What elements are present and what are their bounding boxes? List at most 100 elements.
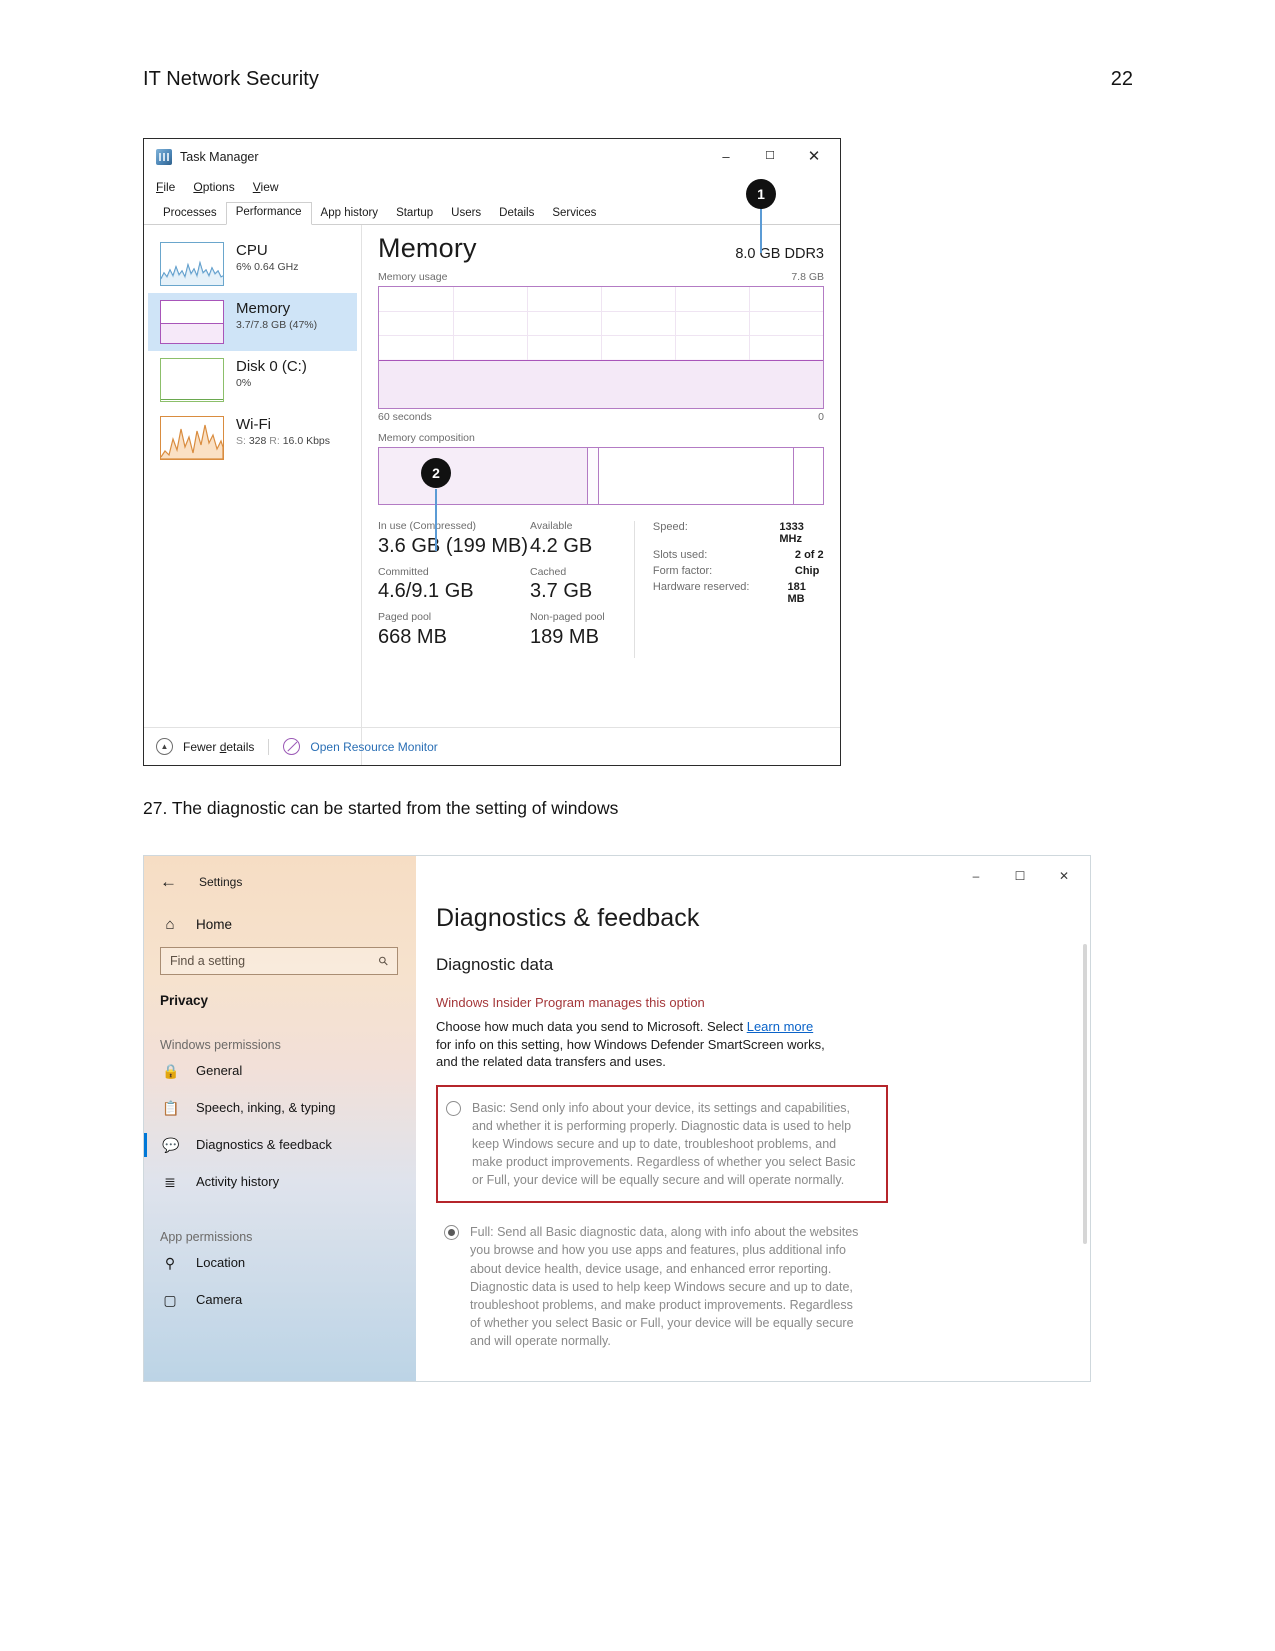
learn-more-link[interactable]: Learn more xyxy=(747,1019,813,1034)
resource-name: Memory xyxy=(236,300,291,317)
cpu-graph-thumbnail xyxy=(160,242,224,286)
window-controls: – ☐ ✕ xyxy=(704,139,836,173)
sidebar-item-location[interactable]: ⚲ Location xyxy=(144,1244,416,1281)
memory-header: Memory 8.0 GB DDR3 xyxy=(378,233,824,263)
memory-usage-label: Memory usage xyxy=(378,271,448,283)
sidebar-item-label: Diagnostics & feedback xyxy=(196,1137,332,1152)
tab-details[interactable]: Details xyxy=(490,204,543,225)
settings-back-row[interactable]: ← Settings xyxy=(144,864,416,890)
stat-value: 3.6 GB (199 MB) xyxy=(378,534,529,557)
insider-warning-text: Windows Insider Program manages this opt… xyxy=(436,995,705,1010)
scrollbar[interactable] xyxy=(1083,944,1087,1244)
resource-detail: S: 328 R: 16.0 Kbps xyxy=(236,435,330,447)
location-icon: ⚲ xyxy=(164,1254,176,1271)
resource-name: CPU xyxy=(236,242,268,259)
search-input[interactable]: Find a setting ⚲ xyxy=(160,947,398,975)
settings-close-button[interactable]: ✕ xyxy=(1042,862,1086,890)
feedback-icon: 💬 xyxy=(162,1136,180,1153)
page-title: Diagnostics & feedback xyxy=(436,904,700,932)
hardware-key: Hardware reserved: xyxy=(652,581,750,593)
stat-label: Available xyxy=(530,520,573,532)
resource-list: CPU 6% 0.64 GHz Memory 3.7/7.8 GB (47%) xyxy=(144,225,362,765)
memory-stats-left: In use (Compressed) Available 3.6 GB (19… xyxy=(378,520,630,658)
memory-capacity: 8.0 GB DDR3 xyxy=(735,246,824,262)
minimize-button[interactable]: – xyxy=(704,139,748,173)
back-arrow-icon[interactable]: ← xyxy=(160,873,177,890)
menu-view[interactable]: View xyxy=(253,180,279,194)
tab-processes[interactable]: Processes xyxy=(154,204,226,225)
search-icon: ⚲ xyxy=(375,952,392,970)
resource-name: Wi-Fi xyxy=(236,416,271,433)
resource-detail: 3.7/7.8 GB (47%) xyxy=(236,319,318,332)
fewer-details-button[interactable]: Fewer details xyxy=(183,740,254,754)
open-resource-monitor-link[interactable]: Open Resource Monitor xyxy=(310,740,437,754)
sidebar-item-diagnostics[interactable]: 💬 Diagnostics & feedback xyxy=(144,1126,416,1163)
task-manager-body: CPU 6% 0.64 GHz Memory 3.7/7.8 GB (47%) xyxy=(144,225,840,765)
settings-window: ← Settings ⌂ Home Find a setting ⚲ Priva… xyxy=(143,855,1091,1382)
settings-minimize-button[interactable]: – xyxy=(954,862,998,890)
hardware-value: 181 MB xyxy=(787,581,806,605)
radio-button-full[interactable] xyxy=(444,1225,459,1241)
wifi-recv-value: 16.0 Kbps xyxy=(282,435,331,448)
tab-bar: Processes Performance App history Startu… xyxy=(144,199,840,225)
resource-item-disk[interactable]: Disk 0 (C:) 0% xyxy=(148,351,357,409)
sidebar-item-activity-history[interactable]: ≣ Activity history xyxy=(144,1163,416,1200)
basic-option-highlight-box: Basic: Send only info about your device,… xyxy=(436,1084,888,1204)
tab-app-history[interactable]: App history xyxy=(312,204,388,225)
stat-value: 3.7 GB xyxy=(530,580,593,603)
sidebar-item-speech[interactable]: 📋 Speech, inking, & typing xyxy=(144,1089,416,1126)
resource-item-cpu[interactable]: CPU 6% 0.64 GHz xyxy=(148,235,357,293)
lock-icon: 🔒 xyxy=(162,1062,180,1079)
resource-item-memory[interactable]: Memory 3.7/7.8 GB (47%) xyxy=(148,293,357,351)
resource-detail: 6% 0.64 GHz xyxy=(236,261,299,274)
stat-group-3: Paged pool Non-paged pool 668 MB 189 MB xyxy=(378,612,630,650)
menu-bar: File Options View xyxy=(144,175,840,199)
hardware-row: Slots used: 2 of 2 xyxy=(653,549,824,561)
settings-maximize-button[interactable]: ☐ xyxy=(998,862,1042,890)
chevron-up-icon[interactable]: ▲ xyxy=(156,738,173,755)
hardware-row: Hardware reserved: 181 MB xyxy=(653,581,824,605)
tab-users[interactable]: Users xyxy=(442,204,490,225)
tab-services[interactable]: Services xyxy=(543,204,605,225)
hardware-value: Chip xyxy=(794,565,820,577)
sidebar-item-home[interactable]: ⌂ Home xyxy=(144,890,416,933)
axis-right-label: 0 xyxy=(818,411,824,423)
stat-label: In use (Compressed) xyxy=(378,520,477,532)
sidebar-item-general[interactable]: 🔒 General xyxy=(144,1052,416,1089)
wifi-graph-thumbnail xyxy=(160,416,224,460)
task-manager-icon xyxy=(156,149,172,165)
hardware-value: 1333 MHz xyxy=(779,521,804,545)
resource-name: Disk 0 (C:) xyxy=(236,358,307,375)
radio-option-basic[interactable]: Basic: Send only info about your device,… xyxy=(446,1099,876,1190)
stat-label: Cached xyxy=(530,565,567,578)
stat-value: 189 MB xyxy=(530,625,599,648)
activity-icon: ≣ xyxy=(164,1173,176,1190)
step-instruction: 27. The diagnostic can be started from t… xyxy=(143,798,619,818)
radio-button-basic[interactable] xyxy=(446,1100,461,1116)
close-button[interactable]: ✕ xyxy=(792,139,836,173)
tab-startup[interactable]: Startup xyxy=(387,204,442,225)
sidebar-item-label: Location xyxy=(196,1255,246,1270)
menu-options[interactable]: Options xyxy=(193,180,234,194)
resource-detail: 0% xyxy=(236,377,252,390)
sidebar-item-label: Speech, inking, & typing xyxy=(196,1100,336,1115)
paragraph-part-1: Choose how much data you send to Microso… xyxy=(436,1019,747,1034)
resource-item-wifi[interactable]: Wi-Fi S: 328 R: 16.0 Kbps xyxy=(148,409,357,467)
menu-file[interactable]: File xyxy=(156,180,175,194)
home-icon: ⌂ xyxy=(165,916,175,933)
resource-monitor-icon xyxy=(283,738,301,755)
wifi-send-value: 328 xyxy=(248,435,267,448)
footer-separator xyxy=(268,738,270,755)
section-title: Diagnostic data xyxy=(436,955,554,974)
stat-group-1: In use (Compressed) Available 3.6 GB (19… xyxy=(378,520,630,559)
memory-hardware-info: Speed: 1333 MHz Slots used: 2 of 2 Form … xyxy=(653,521,824,658)
page-header: IT Network Security 22 xyxy=(143,68,1133,91)
maximize-button[interactable]: ☐ xyxy=(748,139,792,173)
tab-performance[interactable]: Performance xyxy=(225,202,312,225)
memory-title: Memory xyxy=(378,233,477,263)
camera-icon: ▢ xyxy=(163,1291,177,1308)
radio-label-basic: Basic: Send only info about your device,… xyxy=(472,1100,856,1188)
disk-graph-thumbnail xyxy=(160,358,224,402)
sidebar-item-camera[interactable]: ▢ Camera xyxy=(144,1281,416,1318)
radio-option-full[interactable]: Full: Send all Basic diagnostic data, al… xyxy=(444,1223,1090,1350)
